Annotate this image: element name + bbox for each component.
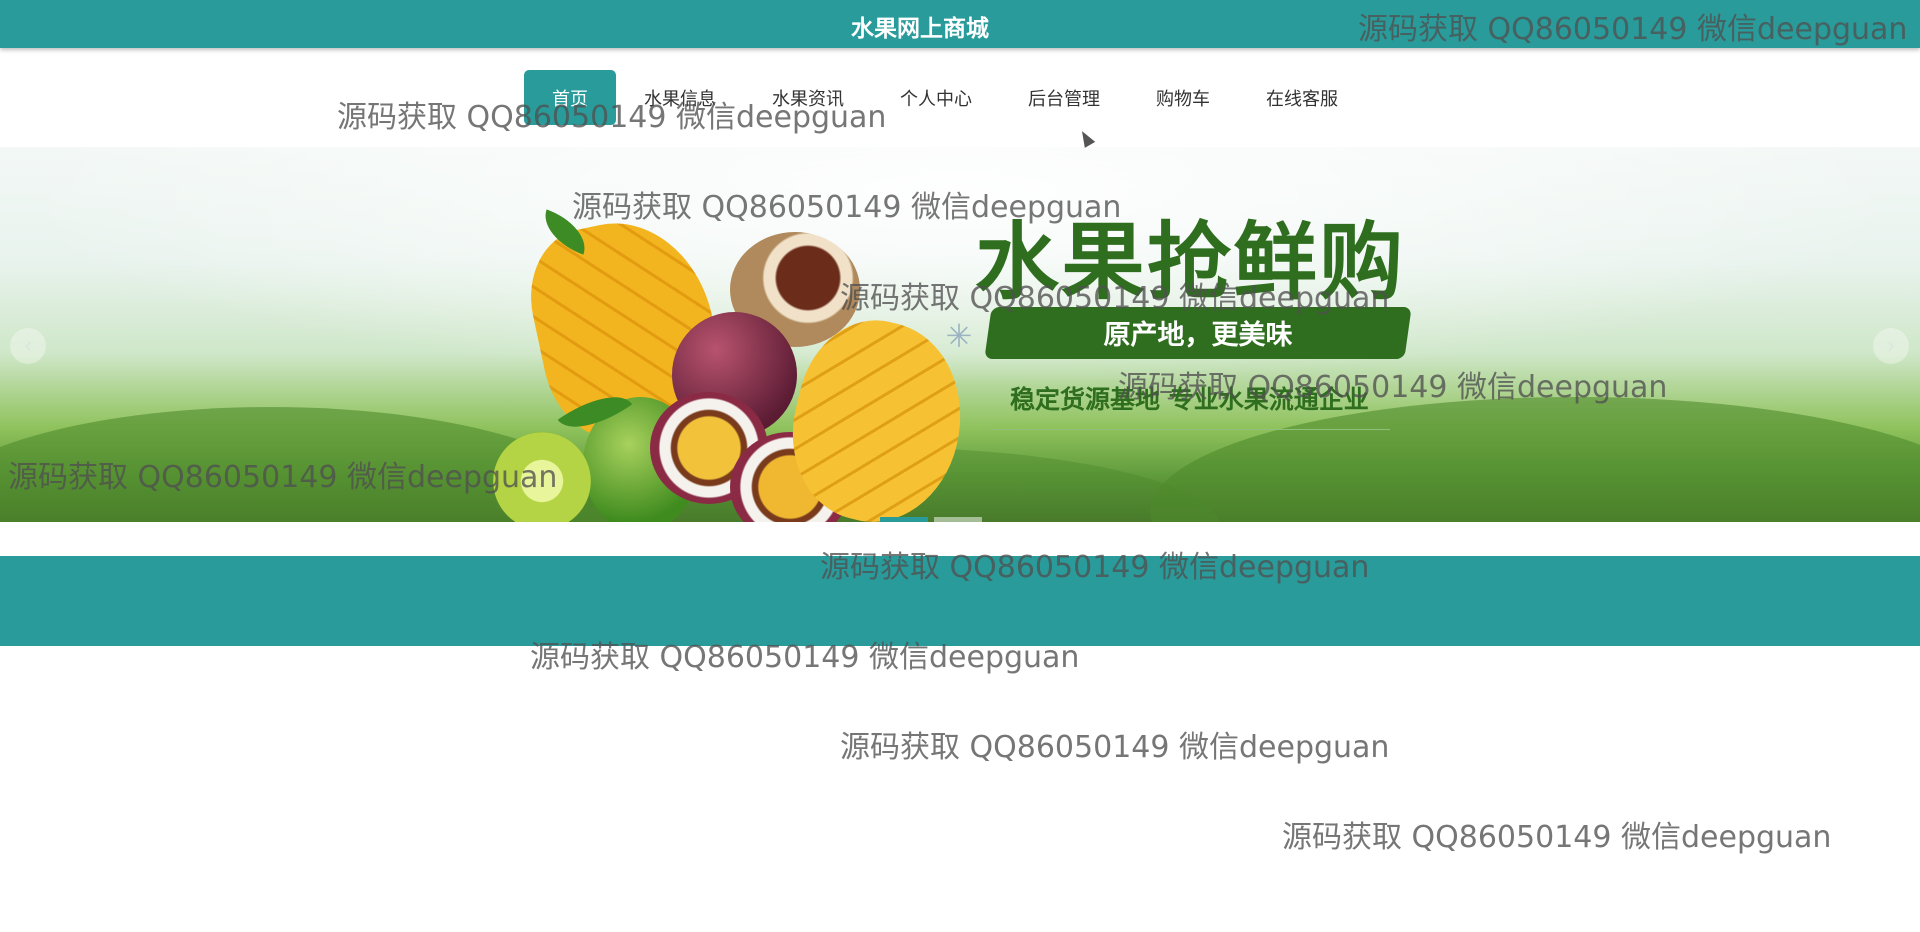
section-band <box>0 556 1920 646</box>
main-nav: 首页 水果信息 水果资讯 个人中心 后台管理 购物车 在线客服 <box>524 70 1366 125</box>
banner-tagline: 稳定货源基地 专业水果流通企业 <box>1010 385 1369 414</box>
nav-item-admin[interactable]: 后台管理 <box>1000 70 1128 125</box>
banner-headline: 水果抢鲜购 <box>975 212 1406 311</box>
nav-item-fruit-info[interactable]: 水果信息 <box>616 70 744 125</box>
nav-item-online-service[interactable]: 在线客服 <box>1238 70 1366 125</box>
nav-item-home[interactable]: 首页 <box>524 70 616 125</box>
carousel-indicator[interactable] <box>934 517 982 522</box>
watermark-text: 源码获取 QQ86050149 微信deepguan <box>840 730 1390 765</box>
carousel-prev-button[interactable]: ‹ <box>10 328 46 364</box>
carousel-indicators <box>880 517 988 522</box>
nav-item-personal-center[interactable]: 个人中心 <box>872 70 1000 125</box>
banner-subheadline: 原产地，更美味 <box>1103 320 1293 351</box>
banner-divider <box>990 429 1390 430</box>
mouse-cursor-icon <box>1076 128 1096 148</box>
nav-item-fruit-news[interactable]: 水果资讯 <box>744 70 872 125</box>
nav-item-cart[interactable]: 购物车 <box>1128 70 1238 125</box>
site-title: 水果网上商城 <box>851 16 989 42</box>
lime-slice-image <box>493 432 591 522</box>
carousel-indicator[interactable] <box>880 517 928 522</box>
top-header-bar: 水果网上商城 <box>0 0 1920 48</box>
chevron-right-icon: › <box>1886 333 1896 359</box>
loading-spinner-icon: ✳ <box>945 317 973 355</box>
chevron-left-icon: ‹ <box>23 333 33 359</box>
hero-carousel[interactable]: 水果抢鲜购 原产地，更美味 稳定货源基地 专业水果流通企业 ✳ ‹ › <box>0 147 1920 522</box>
carousel-next-button[interactable]: › <box>1873 328 1909 364</box>
watermark-text: 源码获取 QQ86050149 微信deepguan <box>1282 820 1832 855</box>
